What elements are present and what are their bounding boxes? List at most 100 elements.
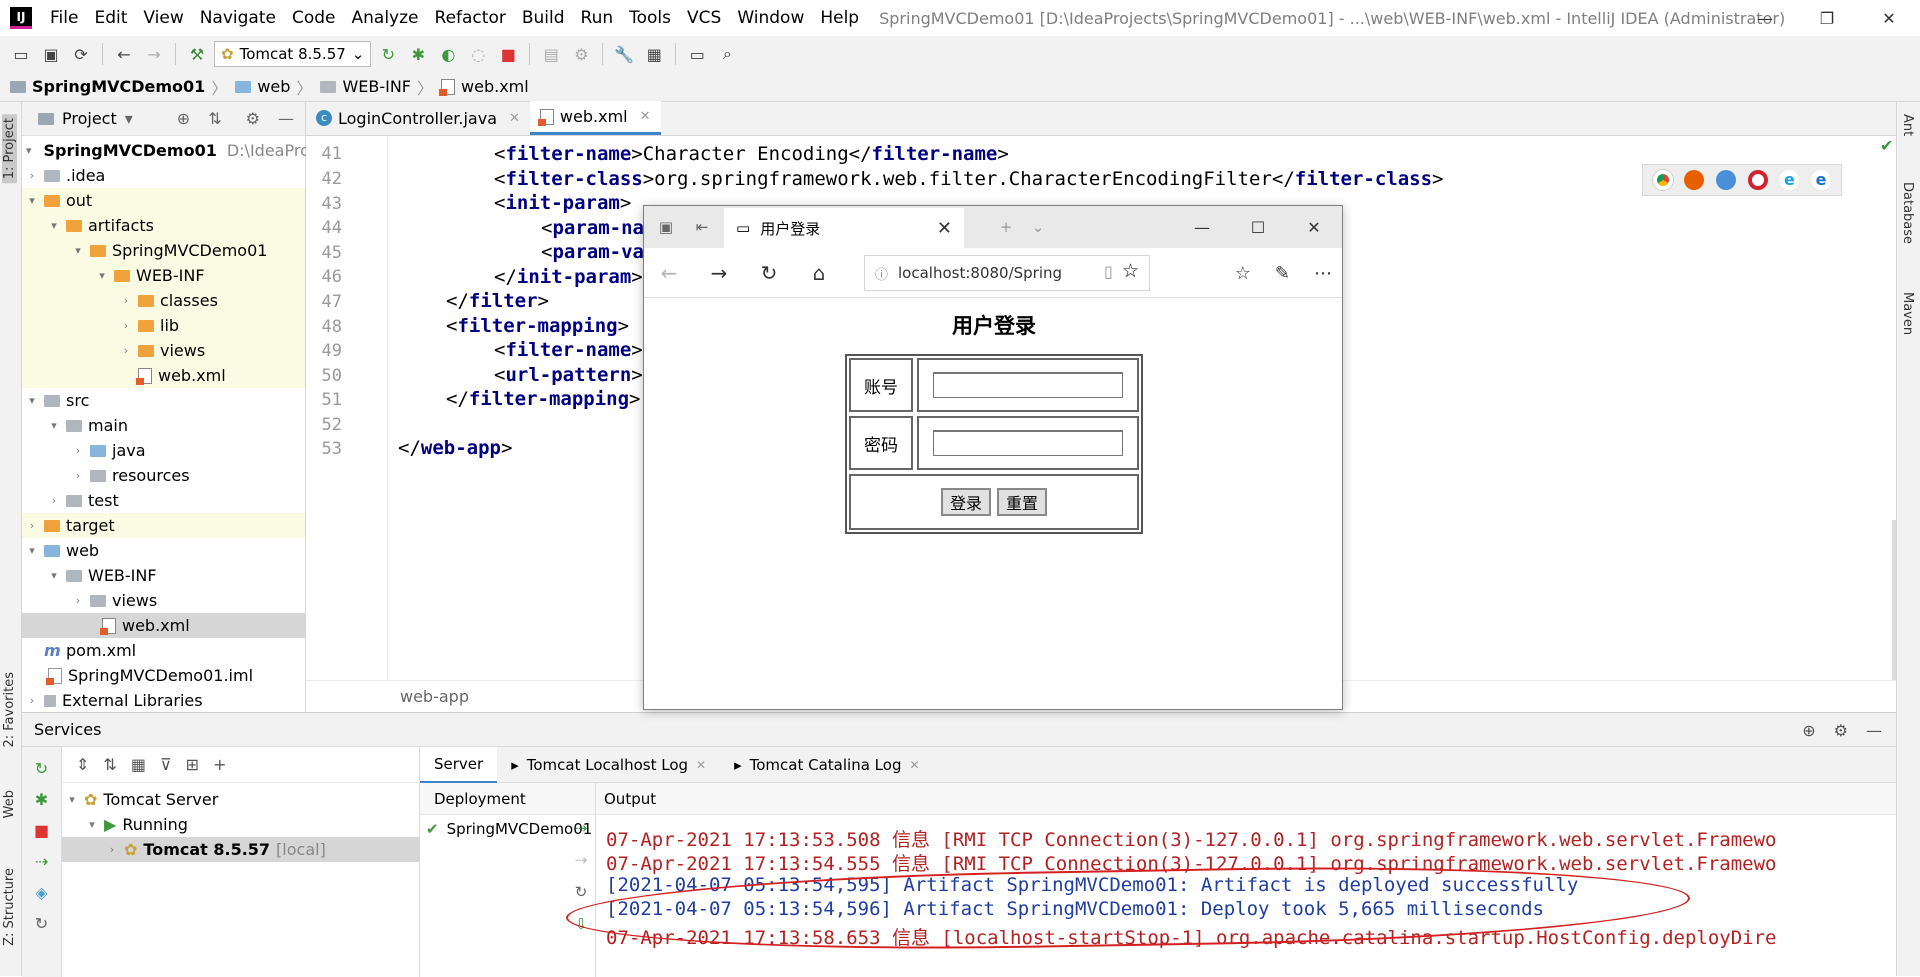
hide-panel-icon[interactable]: — — [1866, 721, 1882, 740]
sync-icon[interactable]: ⟳ — [68, 41, 94, 67]
breadcrumb-web[interactable]: web — [235, 77, 290, 96]
tree-item-src[interactable]: ▾ src — [22, 388, 305, 413]
expand-all-icon[interactable]: ⇕ — [76, 755, 89, 774]
service-tomcat-server[interactable]: ▾ ✿ Tomcat Server — [62, 787, 420, 812]
menu-navigate[interactable]: Navigate — [192, 0, 284, 36]
vcs-icon[interactable]: ▤ — [538, 41, 564, 67]
tree-item-java[interactable]: › java — [22, 438, 305, 463]
tree-item-idea[interactable]: › .idea — [22, 163, 305, 188]
favorites-icon[interactable]: ☆ — [1235, 263, 1251, 284]
tree-item-pom[interactable]: m pom.xml — [22, 638, 305, 663]
tab-database-tool[interactable]: Database — [1900, 182, 1915, 244]
filter-icon[interactable]: ⊽ — [160, 755, 172, 774]
debug-icon[interactable]: ✱ — [22, 790, 61, 809]
menu-analyze[interactable]: Analyze — [344, 0, 427, 36]
pen-icon[interactable]: ✎ — [1275, 263, 1290, 284]
more-icon[interactable]: ⋯ — [1314, 263, 1332, 284]
reading-view-icon[interactable]: ▯ — [1104, 262, 1113, 281]
tab-login-controller[interactable]: c LoginController.java ✕ — [306, 101, 530, 135]
tree-item-out-webxml[interactable]: web.xml — [22, 363, 305, 388]
add-icon[interactable]: + — [213, 755, 226, 774]
tree-item-web-webinf[interactable]: ▾ WEB-INF — [22, 563, 305, 588]
save-icon[interactable]: ▣ — [38, 41, 64, 67]
redeploy-icon[interactable]: ⇢ — [566, 819, 596, 837]
menu-help[interactable]: Help — [812, 0, 867, 36]
collapse-all-icon[interactable]: ⇅ — [208, 109, 221, 128]
undeploy-icon[interactable]: ⇢ — [566, 851, 596, 869]
tree-item-resources[interactable]: › resources — [22, 463, 305, 488]
settings-wrench-icon[interactable]: 🔧 — [611, 41, 637, 67]
stop-icon[interactable]: ■ — [495, 41, 521, 67]
new-tab-icon[interactable]: + — [992, 213, 1020, 241]
tree-item-out[interactable]: ▾ out — [22, 188, 305, 213]
close-button[interactable]: ✕ — [1286, 206, 1342, 248]
password-input[interactable] — [933, 430, 1123, 456]
tree-item-external-libraries[interactable]: › External Libraries — [22, 688, 305, 713]
new-tab-icon[interactable]: ⊞ — [186, 755, 199, 774]
coverage-icon[interactable]: ◐ — [435, 41, 461, 67]
breadcrumb-project[interactable]: SpringMVCDemo01 — [10, 77, 205, 96]
forward-icon[interactable]: → — [694, 248, 744, 298]
tab-server[interactable]: Server — [420, 746, 498, 783]
deploy-icon[interactable]: ⇢ — [22, 852, 61, 871]
tab-ant-tool[interactable]: Ant — [1900, 114, 1915, 136]
edge-icon[interactable]: e — [1811, 170, 1832, 190]
collapse-all-icon[interactable]: ⇅ — [103, 755, 116, 774]
tree-item-test[interactable]: › test — [22, 488, 305, 513]
tree-item-target[interactable]: › target — [22, 513, 305, 538]
tree-item-web-views[interactable]: › views — [22, 588, 305, 613]
gear-icon[interactable]: ⚙ — [246, 109, 260, 128]
tree-item-artifact-springmvc[interactable]: ▾ SpringMVCDemo01 — [22, 238, 305, 263]
tab-maven-tool[interactable]: Maven — [1900, 292, 1915, 335]
back-icon[interactable]: ← — [644, 248, 694, 298]
menu-view[interactable]: View — [135, 0, 191, 36]
debug-icon[interactable]: ✱ — [405, 41, 431, 67]
minimize-button[interactable]: — — [1734, 0, 1796, 36]
tree-item-lib[interactable]: › lib — [22, 313, 305, 338]
menu-edit[interactable]: Edit — [86, 0, 135, 36]
home-icon[interactable]: ⌂ — [794, 248, 844, 298]
close-icon[interactable]: ✕ — [509, 111, 520, 126]
tab-catalina-log[interactable]: ▸ Tomcat Catalina Log ✕ — [720, 747, 933, 783]
tab-web-xml[interactable]: web.xml ✕ — [529, 101, 661, 135]
tree-item-out-webinf[interactable]: ▾ WEB-INF — [22, 263, 305, 288]
forward-icon[interactable]: → — [141, 41, 167, 67]
safari-icon[interactable] — [1716, 170, 1737, 190]
refresh-icon[interactable]: ↻ — [744, 248, 794, 298]
tab-project-tool[interactable]: 1: Project — [2, 114, 17, 184]
run-config-select[interactable]: ✿ Tomcat 8.5.57 ⌄ — [214, 41, 372, 67]
rerun-icon[interactable]: ↻ — [375, 41, 401, 67]
browser-tab[interactable]: ▭ 用户登录 ✕ — [724, 208, 964, 248]
chrome-icon[interactable] — [1652, 170, 1673, 190]
tab-favorites-tool[interactable]: 2: Favorites — [2, 672, 17, 748]
menu-vcs[interactable]: VCS — [679, 0, 729, 36]
tree-item-artifacts[interactable]: ▾ artifacts — [22, 213, 305, 238]
ie-icon[interactable]: e — [1779, 170, 1800, 190]
menu-window[interactable]: Window — [729, 0, 812, 36]
breadcrumb-webinf[interactable]: WEB-INF — [320, 77, 411, 96]
maximize-button[interactable]: ☐ — [1230, 206, 1286, 248]
stop-icon[interactable]: ■ — [22, 821, 61, 840]
rerun-icon[interactable]: ↻ — [22, 759, 61, 778]
tab-preview-icon[interactable]: ▣ — [652, 213, 680, 241]
service-tomcat-instance[interactable]: › ✿ Tomcat 8.5.57 [local] — [62, 837, 420, 862]
breadcrumb-webxml[interactable]: web.xml — [439, 77, 529, 96]
group-by-icon[interactable]: ▦ — [131, 755, 146, 774]
tree-item-out-views[interactable]: › views — [22, 338, 305, 363]
account-input[interactable] — [933, 372, 1123, 398]
project-structure-icon[interactable]: ▦ — [641, 41, 667, 67]
project-view-select[interactable]: Project — [62, 109, 117, 128]
tab-localhost-log[interactable]: ▸ Tomcat Localhost Log ✕ — [497, 747, 720, 783]
editor-scrollbar[interactable] — [1892, 520, 1896, 680]
set-aside-tabs-icon[interactable]: ⇤ — [688, 213, 716, 241]
gear-icon[interactable]: ⚙ — [1834, 721, 1848, 740]
chevron-down-icon[interactable]: ⌄ — [1024, 213, 1052, 241]
tree-item-web[interactable]: ▾ web — [22, 538, 305, 563]
refresh-icon[interactable]: ↻ — [22, 914, 61, 933]
build-hammer-icon[interactable]: ⚒ — [184, 41, 210, 67]
tree-item-web-webxml[interactable]: web.xml — [22, 613, 305, 638]
terminal-icon[interactable]: ▭ — [684, 41, 710, 67]
update-icon[interactable]: ↻ — [566, 883, 596, 901]
menu-file[interactable]: File — [42, 0, 86, 36]
close-icon[interactable]: ✕ — [696, 758, 706, 772]
